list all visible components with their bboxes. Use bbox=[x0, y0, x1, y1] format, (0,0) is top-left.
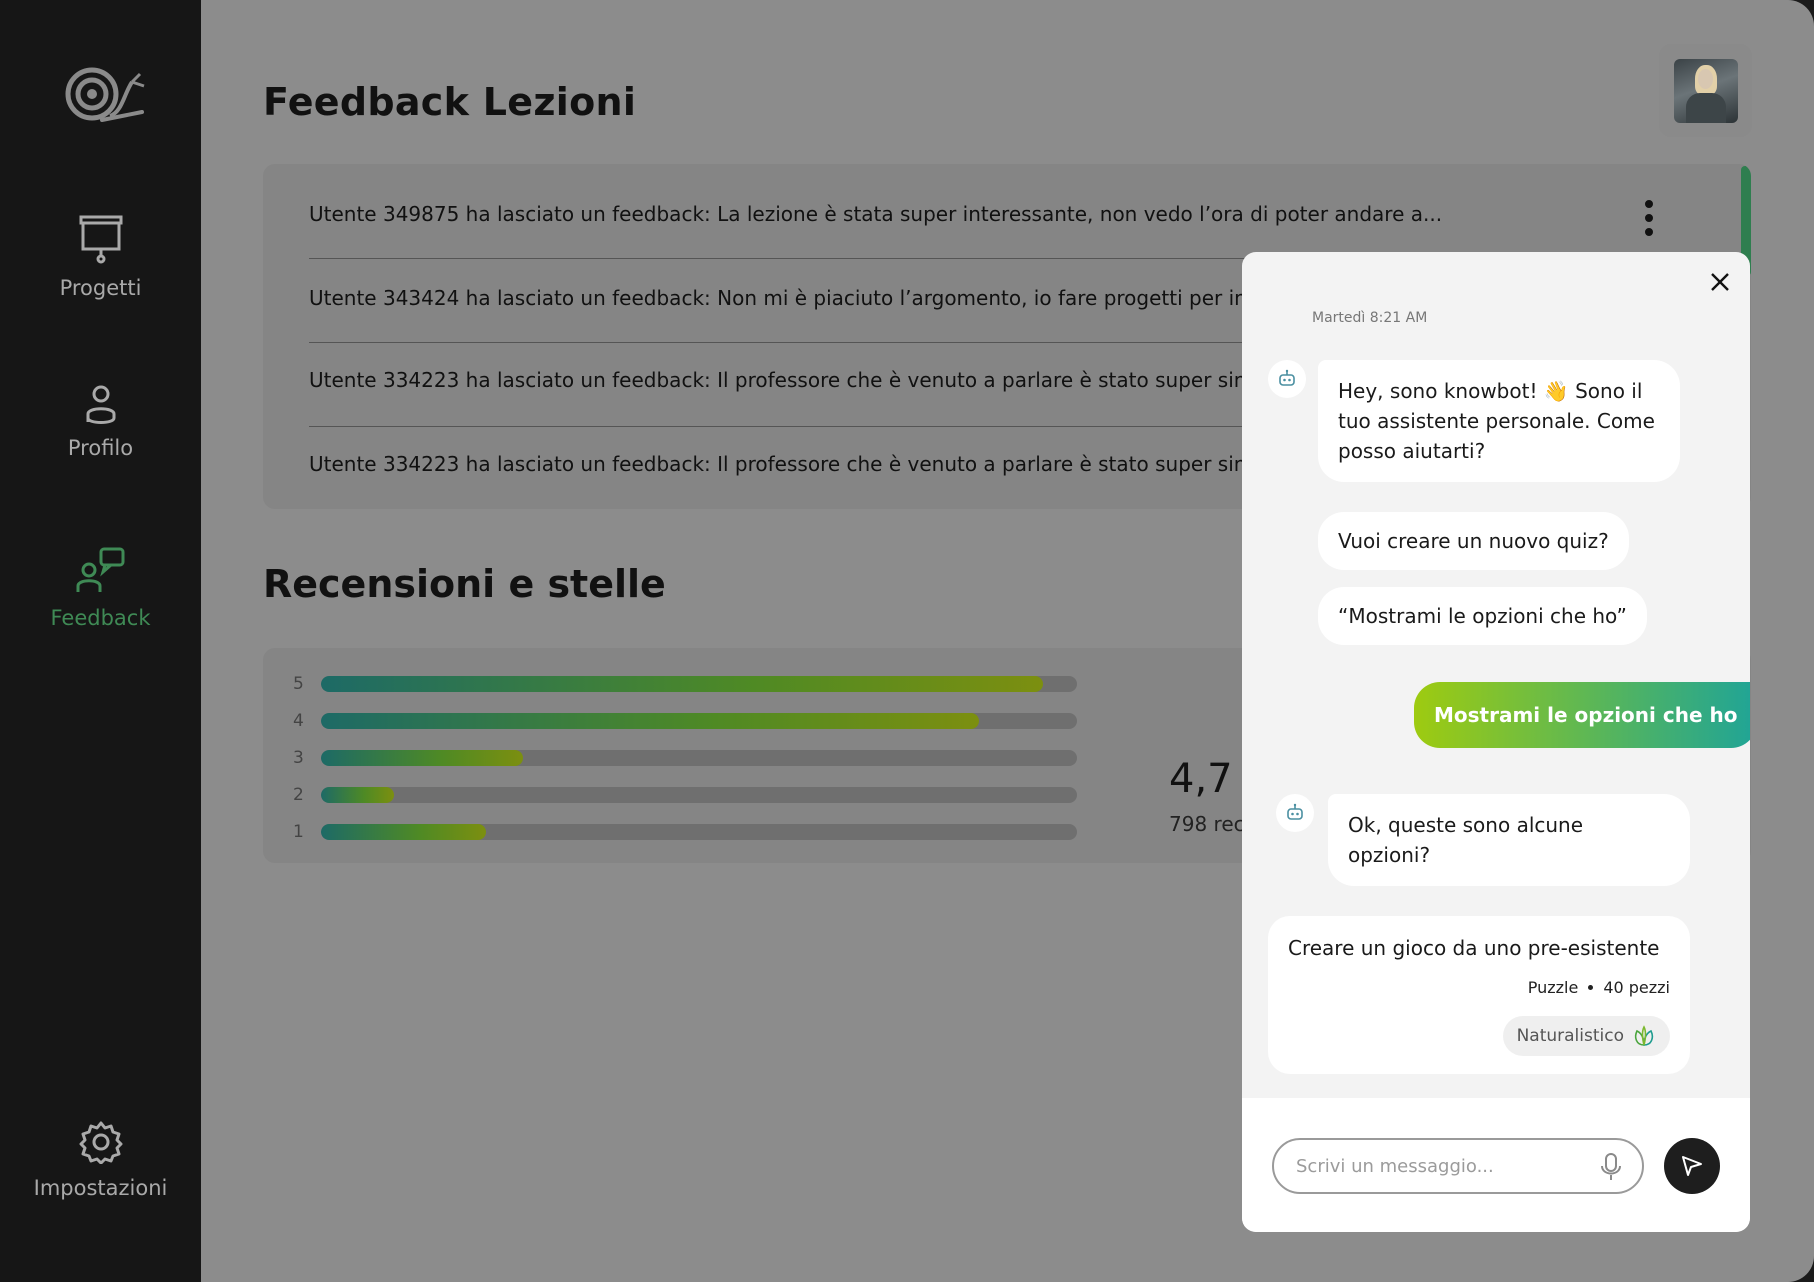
rating-label: 1 bbox=[293, 822, 304, 842]
close-icon[interactable] bbox=[1706, 268, 1734, 296]
option-tag: Naturalistico bbox=[1502, 1016, 1670, 1056]
rating-count: 798 rec bbox=[1169, 812, 1245, 836]
rating-average: 4,7 bbox=[1169, 756, 1233, 802]
feedback-chat-icon bbox=[76, 547, 124, 592]
send-button[interactable] bbox=[1664, 1138, 1720, 1194]
rating-bar-fill bbox=[321, 713, 979, 729]
ratings-title: Recensioni e stelle bbox=[263, 562, 666, 606]
bot-message: Hey, sono knowbot! 👋 Sono il tuo assiste… bbox=[1318, 360, 1680, 482]
rating-label: 5 bbox=[293, 674, 304, 694]
sidebar: Progetti Profilo Feedback Impostazioni bbox=[0, 0, 201, 1282]
suggestion-chip[interactable]: “Mostrami le opzioni che ho” bbox=[1318, 587, 1647, 645]
message-input[interactable] bbox=[1296, 1155, 1576, 1177]
microphone-icon[interactable] bbox=[1600, 1152, 1622, 1182]
rating-bar-fill bbox=[321, 787, 395, 803]
option-tag-label: Naturalistico bbox=[1516, 1026, 1624, 1046]
bot-avatar bbox=[1268, 360, 1306, 398]
rating-label: 3 bbox=[293, 748, 304, 768]
user-icon bbox=[86, 385, 115, 424]
sidebar-item-label: Feedback bbox=[50, 606, 151, 630]
option-meta: Puzzle 40 pezzi bbox=[1528, 978, 1670, 997]
avatar bbox=[1673, 58, 1738, 123]
option-pieces: 40 pezzi bbox=[1603, 978, 1670, 997]
chat-timestamp: Martedì 8:21 AM bbox=[1312, 310, 1428, 326]
rating-track bbox=[321, 676, 1077, 692]
robot-icon bbox=[1279, 369, 1295, 386]
rating-bar-fill bbox=[321, 750, 523, 766]
rating-row-2: 2 bbox=[293, 785, 1077, 805]
bot-avatar bbox=[1276, 794, 1314, 832]
rating-row-5: 5 bbox=[293, 674, 1077, 694]
sidebar-item-label: Progetti bbox=[59, 276, 142, 300]
option-title: Creare un gioco da uno pre-esistente bbox=[1288, 936, 1660, 960]
suggestion-chip[interactable]: Vuoi creare un nuovo quiz? bbox=[1318, 512, 1629, 570]
rating-row-3: 3 bbox=[293, 748, 1077, 768]
send-icon bbox=[1682, 1156, 1702, 1176]
chat-input-bar bbox=[1242, 1098, 1750, 1232]
rating-row-1: 1 bbox=[293, 822, 1077, 842]
sidebar-item-label: Profilo bbox=[67, 436, 134, 460]
rating-track bbox=[321, 824, 1077, 840]
chatbot-panel: Martedì 8:21 AM Hey, sono knowbot! 👋 Son… bbox=[1242, 252, 1750, 1232]
rating-bar-fill bbox=[321, 824, 486, 840]
rating-track bbox=[321, 787, 1077, 803]
user-message: Mostrami le opzioni che ho bbox=[1414, 682, 1750, 748]
sidebar-item-impostazioni[interactable]: Impostazioni bbox=[0, 1120, 201, 1200]
robot-icon bbox=[1287, 803, 1303, 820]
sidebar-item-progetti[interactable]: Progetti bbox=[0, 214, 201, 300]
leaf-icon bbox=[1634, 1025, 1654, 1046]
rating-track bbox=[321, 713, 1077, 729]
rating-track bbox=[321, 750, 1077, 766]
rating-row-4: 4 bbox=[293, 711, 1077, 731]
option-card[interactable]: Creare un gioco da uno pre-esistente Puz… bbox=[1268, 916, 1690, 1074]
sidebar-item-label: Impostazioni bbox=[33, 1176, 168, 1200]
message-field[interactable] bbox=[1272, 1138, 1644, 1194]
more-options-icon[interactable] bbox=[1643, 200, 1655, 236]
gear-icon bbox=[79, 1121, 122, 1164]
page-title: Feedback Lezioni bbox=[263, 80, 637, 124]
rating-label: 4 bbox=[293, 711, 304, 731]
bot-message: Ok, queste sono alcune opzioni? bbox=[1328, 794, 1690, 886]
rating-label: 2 bbox=[293, 785, 304, 805]
rating-bar-fill bbox=[321, 676, 1043, 692]
option-type: Puzzle bbox=[1527, 978, 1579, 997]
feedback-row[interactable]: Utente 349875 ha lasciato un feedback: L… bbox=[309, 202, 1689, 226]
sidebar-item-feedback[interactable]: Feedback bbox=[0, 546, 201, 630]
user-avatar-button[interactable] bbox=[1659, 44, 1752, 137]
separator-dot bbox=[1588, 985, 1594, 990]
snail-logo-icon[interactable] bbox=[62, 64, 150, 124]
presentation-board-icon bbox=[79, 215, 122, 264]
sidebar-item-profilo[interactable]: Profilo bbox=[0, 384, 201, 460]
